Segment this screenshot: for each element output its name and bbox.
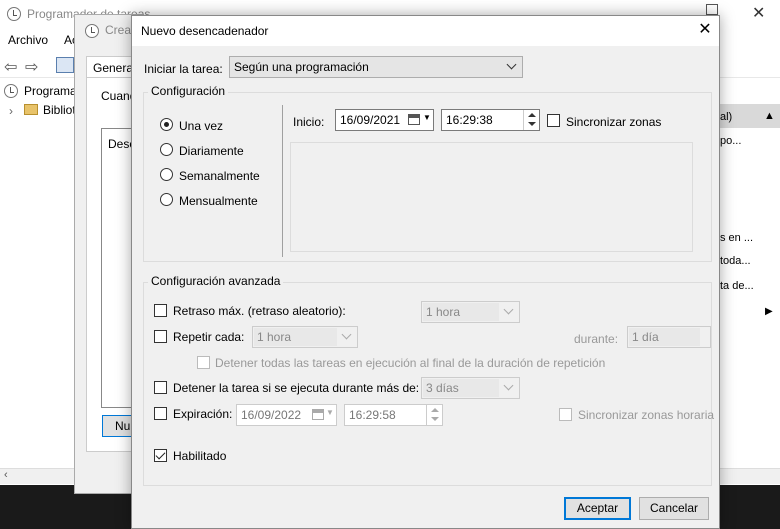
- advanced-group-label: Configuración avanzada: [148, 274, 284, 288]
- enabled-checkbox[interactable]: [154, 449, 167, 462]
- action-item[interactable]: al): [720, 111, 780, 123]
- chevron-down-icon: ▼: [423, 113, 431, 122]
- start-task-label: Iniciar la tarea:: [144, 62, 223, 76]
- chevron-down-icon: [341, 329, 352, 340]
- tree-item-programador[interactable]: Programa: [24, 84, 77, 98]
- delay-checkbox[interactable]: [154, 304, 167, 317]
- radio-mensualmente-label[interactable]: Mensualmente: [179, 194, 258, 208]
- new-trigger-label: Nu: [115, 419, 131, 433]
- dialog-title: Nuevo desencadenador: [141, 24, 269, 38]
- console-tree-icon[interactable]: [56, 57, 74, 73]
- duration-select[interactable]: 1 día: [627, 326, 711, 348]
- stop-if-label[interactable]: Detener la tarea si se ejecuta durante m…: [173, 381, 419, 395]
- submenu-arrow-icon[interactable]: ▶: [765, 306, 773, 317]
- action-item[interactable]: s en ...: [720, 232, 780, 244]
- stop-if-select[interactable]: 3 días: [421, 377, 520, 399]
- spin-down-icon[interactable]: [528, 122, 536, 126]
- back-arrow-icon[interactable]: ⇦: [4, 57, 17, 77]
- radio-diariamente[interactable]: [160, 143, 173, 156]
- close-icon[interactable]: ✕: [752, 3, 765, 23]
- delay-value: 1 hora: [426, 305, 461, 319]
- expire-time-input[interactable]: 16:29:58: [344, 404, 443, 426]
- actions-pane: al) po... s en ... toda... ta de... ▶: [720, 100, 780, 350]
- ok-button[interactable]: Aceptar: [564, 497, 631, 520]
- chevron-down-icon: [506, 59, 517, 70]
- expire-label[interactable]: Expiración:: [173, 407, 232, 421]
- sync-zones-time-checkbox[interactable]: [559, 408, 572, 421]
- configuration-group-label: Configuración: [148, 84, 229, 98]
- action-item[interactable]: po...: [720, 135, 780, 147]
- start-task-value: Según una programación: [234, 60, 369, 74]
- folder-icon: [24, 104, 38, 115]
- spin-down-icon[interactable]: [431, 417, 439, 421]
- stop-if-value: 3 días: [426, 381, 459, 395]
- repeat-select[interactable]: 1 hora: [252, 326, 358, 348]
- tree-item-biblioteca[interactable]: Bibliot: [43, 103, 76, 117]
- spin-up-icon[interactable]: [528, 113, 536, 117]
- radio-una-vez-label[interactable]: Una vez: [179, 119, 223, 133]
- stop-all-checkbox[interactable]: [197, 356, 210, 369]
- calendar-icon[interactable]: [408, 114, 420, 125]
- expire-time-value: 16:29:58: [349, 408, 396, 422]
- calendar-icon[interactable]: [312, 409, 324, 420]
- start-task-select[interactable]: Según una programación: [229, 56, 523, 78]
- chevron-down-icon: [503, 304, 514, 315]
- console-tree: Programa › Bibliot: [0, 78, 77, 468]
- enabled-label[interactable]: Habilitado: [173, 449, 226, 463]
- create-task-icon: [85, 24, 99, 38]
- delay-select[interactable]: 1 hora: [421, 301, 520, 323]
- spin-up-icon[interactable]: [431, 408, 439, 412]
- stop-all-label[interactable]: Detener todas las tareas en ejecución al…: [215, 356, 605, 370]
- scheduler-node-icon: [4, 84, 18, 98]
- tab-general-label: General: [93, 61, 136, 75]
- sync-zones-checkbox[interactable]: [547, 114, 560, 127]
- duration-value: 1 día: [632, 330, 659, 344]
- radio-mensualmente[interactable]: [160, 193, 173, 206]
- schedule-details-panel: [290, 142, 693, 252]
- action-item[interactable]: ta de...: [720, 280, 780, 292]
- start-date-value: 16/09/2021: [340, 113, 401, 127]
- sync-zones-time-label[interactable]: Sincronizar zonas horaria: [578, 408, 714, 422]
- start-time-value: 16:29:38: [446, 113, 493, 127]
- chevron-down-icon: [503, 380, 514, 391]
- expire-date-value: 16/09/2022: [241, 408, 302, 422]
- start-time-input[interactable]: 16:29:38: [441, 109, 540, 131]
- radio-semanalmente-label[interactable]: Semanalmente: [179, 169, 260, 183]
- maximize-icon[interactable]: [706, 4, 718, 15]
- repeat-value: 1 hora: [257, 330, 292, 344]
- expire-checkbox[interactable]: [154, 407, 167, 420]
- new-trigger-dialog: Nuevo desencadenador ✕ Iniciar la tarea:…: [131, 15, 720, 529]
- radio-semanalmente[interactable]: [160, 168, 173, 181]
- time-spinner[interactable]: [426, 405, 442, 425]
- cancel-button[interactable]: Cancelar: [639, 497, 709, 520]
- expire-date-picker[interactable]: 16/09/2022 ▼: [236, 404, 337, 426]
- delay-label[interactable]: Retraso máx. (retraso aleatorio):: [173, 304, 346, 318]
- start-label: Inicio:: [293, 115, 325, 129]
- time-spinner[interactable]: [523, 110, 539, 130]
- repeat-label[interactable]: Repetir cada:: [173, 330, 244, 344]
- expand-chevron-icon[interactable]: ›: [9, 104, 13, 118]
- repeat-checkbox[interactable]: [154, 330, 167, 343]
- tab-general[interactable]: General: [86, 56, 136, 78]
- sync-zones-label[interactable]: Sincronizar zonas: [566, 115, 661, 129]
- close-icon[interactable]: ✕: [692, 20, 718, 42]
- action-item[interactable]: toda...: [720, 255, 780, 267]
- start-date-picker[interactable]: 16/09/2021 ▼: [335, 109, 434, 131]
- chevron-down-icon: ▼: [326, 408, 334, 417]
- scroll-left-icon[interactable]: ‹: [4, 469, 8, 481]
- task-scheduler-icon: [7, 7, 21, 21]
- separator: [282, 105, 283, 257]
- menu-archivo[interactable]: Archivo: [8, 33, 48, 47]
- duration-label: durante:: [574, 332, 619, 346]
- forward-arrow-icon[interactable]: ⇨: [25, 57, 38, 77]
- radio-una-vez[interactable]: [160, 118, 173, 131]
- dialog-titlebar: Nuevo desencadenador ✕: [132, 16, 719, 46]
- radio-diariamente-label[interactable]: Diariamente: [179, 144, 244, 158]
- stop-if-checkbox[interactable]: [154, 381, 167, 394]
